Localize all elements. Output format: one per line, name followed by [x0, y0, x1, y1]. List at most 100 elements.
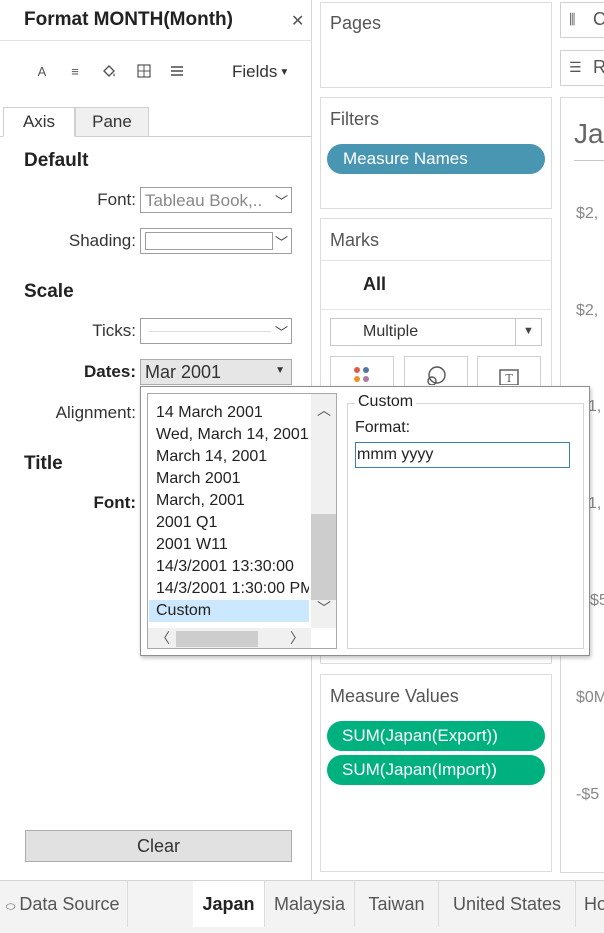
size-icon: [427, 366, 446, 386]
axis-tick-label: 1,: [588, 398, 602, 415]
title-divider: [0, 40, 312, 41]
list-item-selected[interactable]: Custom: [149, 600, 309, 622]
axis-tick-label: -$5: [576, 786, 600, 803]
ticks-dropdown[interactable]: ﹀: [140, 318, 292, 344]
chevron-down-icon: ﹀: [274, 325, 288, 340]
title-heading: Title: [24, 453, 63, 474]
scroll-down-icon[interactable]: ﹀: [317, 598, 331, 618]
mark-type-value: Multiple: [363, 323, 419, 340]
view-title-underline: [574, 160, 604, 161]
measure-values-title: Measure Values: [330, 686, 459, 706]
dropdown-separator: [515, 319, 516, 345]
marks-title: Marks: [330, 230, 379, 250]
ticks-label: Ticks:: [92, 321, 136, 340]
vertical-scroll-thumb[interactable]: [311, 514, 336, 600]
default-heading: Default: [24, 150, 89, 171]
list-item[interactable]: March 14, 2001: [149, 446, 309, 468]
marks-divider: [321, 260, 551, 261]
filter-pill-measure-names[interactable]: Measure Names: [327, 144, 545, 174]
font-label: Font:: [97, 190, 136, 209]
custom-format-group: [347, 403, 584, 649]
svg-text:T: T: [505, 372, 513, 385]
list-item[interactable]: 14/3/2001 13:30:00: [149, 556, 309, 578]
scroll-left-icon[interactable]: 〈: [156, 628, 170, 648]
list-item[interactable]: March, 2001: [149, 490, 309, 512]
tab-data-source[interactable]: ⬭ Data Source: [0, 881, 129, 927]
title-font-label: Font:: [93, 493, 136, 512]
format-pane-title: Format MONTH(Month): [24, 9, 233, 30]
format-label: Format:: [355, 419, 411, 436]
chevron-down-icon: ﹀: [274, 194, 288, 209]
caret-down-icon: ▼: [275, 365, 285, 376]
list-item[interactable]: Wed, March 14, 2001: [149, 424, 309, 446]
alignment-icon[interactable]: ≡: [66, 64, 84, 79]
caret-down-icon: ▼: [523, 325, 534, 337]
color-icon: [354, 367, 369, 382]
color-mark-button[interactable]: [330, 356, 394, 388]
columns-icon: ⫼: [569, 11, 576, 27]
shading-dropdown[interactable]: ﹀: [140, 228, 292, 254]
chevron-down-icon: ﹀: [274, 235, 288, 250]
shading-bucket-icon[interactable]: [100, 64, 118, 83]
database-icon: ⬭: [6, 901, 16, 913]
columns-label: C: [593, 9, 604, 29]
data-source-label: Data Source: [19, 894, 120, 914]
custom-group-legend: Custom: [355, 393, 417, 411]
font-icon[interactable]: A: [33, 64, 51, 79]
custom-format-input[interactable]: [355, 442, 570, 468]
rows-label: R: [593, 57, 604, 77]
columns-shelf[interactable]: ⫼ C: [560, 2, 604, 38]
list-item[interactable]: 14 March 2001: [149, 402, 309, 424]
label-mark-button[interactable]: T: [477, 356, 541, 388]
list-item[interactable]: March 2001: [149, 468, 309, 490]
default-font-dropdown[interactable]: Tableau Book,.. ﹀: [140, 187, 292, 213]
axis-tick-label: $2,: [576, 205, 599, 222]
dates-label: Dates:: [84, 362, 136, 381]
caret-down-icon: ▼: [279, 67, 290, 78]
shading-label: Shading:: [68, 231, 136, 250]
marks-all-label[interactable]: All: [363, 274, 386, 295]
borders-icon[interactable]: [135, 64, 153, 81]
label-icon: T: [499, 369, 519, 386]
dates-format-dropdown[interactable]: Mar 2001 ▼: [140, 359, 292, 385]
axis-tick-label: $0M: [576, 689, 604, 706]
mark-type-dropdown[interactable]: Multiple ▼: [330, 318, 542, 346]
measure-pill-japan-import[interactable]: SUM(Japan(Import)): [327, 755, 545, 785]
pages-title: Pages: [330, 13, 382, 33]
list-item[interactable]: 2001 Q1: [149, 512, 309, 534]
sheet-tab-taiwan[interactable]: Taiwan: [355, 881, 439, 927]
shading-swatch: [145, 232, 273, 250]
sheet-tab-truncated[interactable]: Ho: [576, 881, 604, 927]
sheet-tab-malaysia[interactable]: Malaysia: [265, 881, 355, 927]
clear-button[interactable]: Clear: [25, 830, 292, 862]
measure-pill-japan-export[interactable]: SUM(Japan(Export)): [327, 721, 545, 751]
tab-pane[interactable]: Pane: [75, 107, 149, 137]
rows-shelf[interactable]: ☰ R: [560, 50, 604, 86]
sheet-tab-united-states[interactable]: United States: [439, 881, 576, 927]
tick-line-preview: [149, 331, 271, 332]
axis-tick-label: 1,: [588, 495, 602, 512]
date-format-popup: 14 March 2001 Wed, March 14, 2001 March …: [140, 386, 590, 656]
sheet-tab-japan[interactable]: Japan: [193, 881, 265, 927]
lines-icon[interactable]: [168, 64, 186, 81]
alignment-label: Alignment:: [55, 403, 136, 422]
axis-tick-label: $2,: [576, 302, 599, 319]
scroll-right-icon[interactable]: 〉: [290, 628, 304, 648]
size-mark-button[interactable]: [404, 356, 468, 388]
list-item[interactable]: 2001 W11: [149, 534, 309, 556]
horizontal-scroll-thumb[interactable]: [176, 631, 258, 647]
list-item[interactable]: 14/3/2001 1:30:00 PM: [149, 578, 309, 600]
axis-tick-label: $5: [590, 592, 604, 609]
close-icon[interactable]: ✕: [291, 11, 304, 31]
dates-format-value: Mar 2001: [145, 362, 222, 382]
default-font-value: Tableau Book,..: [145, 191, 263, 210]
view-title: Ja: [574, 118, 604, 149]
marks-divider: [321, 309, 551, 310]
filters-title: Filters: [330, 109, 379, 129]
fields-dropdown-button[interactable]: Fields ▼: [232, 62, 289, 82]
tab-axis[interactable]: Axis: [3, 107, 75, 137]
scale-heading: Scale: [24, 281, 74, 302]
date-format-list[interactable]: 14 March 2001 Wed, March 14, 2001 March …: [147, 393, 337, 649]
rows-icon: ☰: [569, 59, 582, 75]
scroll-up-icon[interactable]: ︿: [317, 400, 331, 420]
